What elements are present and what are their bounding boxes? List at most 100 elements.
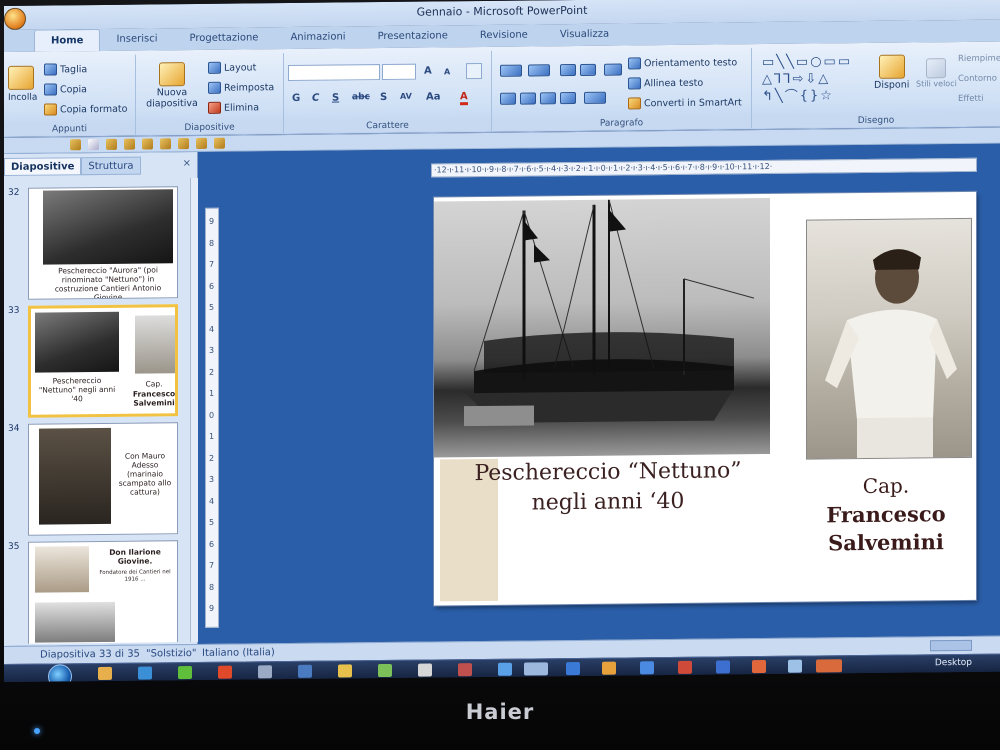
font-size-select[interactable] xyxy=(382,63,416,81)
slide-thumbnail-33[interactable]: 33 Peschereccio "Nettuno" negli anni '40… xyxy=(8,304,180,420)
ruler-tick: 2 xyxy=(209,453,215,463)
tab-slideshow[interactable]: Presentazione xyxy=(362,25,464,48)
font-color-button[interactable]: A xyxy=(460,91,468,106)
close-icon[interactable]: × xyxy=(183,158,191,169)
ruler-tick: 7 xyxy=(209,259,215,269)
thumbnail-slide: Don Ilarione Giovine. Fondatore dei Cant… xyxy=(28,540,178,645)
line-spacing-icon[interactable] xyxy=(604,63,622,76)
app-icon[interactable] xyxy=(378,663,392,678)
align-center-icon[interactable] xyxy=(520,92,536,105)
app-icon[interactable] xyxy=(788,659,802,673)
shape-effects-button[interactable]: Effetti xyxy=(958,94,983,104)
smartart-button[interactable]: Converti in SmartArt xyxy=(628,96,742,110)
clear-format-button[interactable] xyxy=(466,62,482,80)
slide-thumbnail-32[interactable]: 32 Peschereccio "Aurora" (poi rinominato… xyxy=(8,186,180,302)
desktop-label[interactable]: Desktop xyxy=(935,658,972,668)
shadow-button[interactable]: S xyxy=(380,92,387,103)
print-preview-icon[interactable] xyxy=(106,138,117,150)
bold-button[interactable]: G xyxy=(292,93,300,104)
numbering-icon[interactable] xyxy=(528,64,550,77)
tab-review[interactable]: Revisione xyxy=(464,24,544,47)
app-icon[interactable] xyxy=(498,662,512,676)
new-document-icon[interactable] xyxy=(88,139,99,151)
app-icon[interactable] xyxy=(218,665,232,679)
app-icon[interactable] xyxy=(418,663,432,677)
reset-button[interactable]: Reimposta xyxy=(208,81,274,94)
ruler-tick: 5 xyxy=(209,302,215,312)
app-icon[interactable] xyxy=(524,662,548,676)
tab-animations[interactable]: Animazioni xyxy=(274,26,361,49)
justify-icon[interactable] xyxy=(560,92,576,105)
tab-insert[interactable]: Inserisci xyxy=(100,28,173,51)
decrease-indent-icon[interactable] xyxy=(560,64,576,77)
new-slide-button[interactable]: Nuova diapositiva xyxy=(144,62,200,110)
tab-home[interactable]: Home xyxy=(34,28,101,52)
powerpoint-taskbar-icon[interactable] xyxy=(816,659,842,673)
slide-thumbnail-34[interactable]: 34 Con Mauro Adesso (marinaio scampato a… xyxy=(8,422,180,538)
ie-icon[interactable] xyxy=(138,666,152,680)
view-buttons[interactable] xyxy=(930,639,972,652)
panel-scrollbar[interactable] xyxy=(190,177,198,643)
quick-styles-button[interactable]: Stili veloci xyxy=(916,58,957,88)
increase-indent-icon[interactable] xyxy=(580,63,596,76)
shape-fill-label: Riempimento xyxy=(958,53,1000,65)
language[interactable]: Italiano (Italia) xyxy=(202,644,275,662)
image-icon[interactable] xyxy=(178,138,189,150)
layout-button[interactable]: Layout xyxy=(208,61,256,74)
tab-design[interactable]: Progettazione xyxy=(173,27,274,50)
char-spacing-button[interactable]: AV xyxy=(400,92,412,101)
app-icon[interactable] xyxy=(716,660,730,674)
tab-outline[interactable]: Struttura xyxy=(81,156,141,176)
media-icon[interactable] xyxy=(178,666,192,680)
change-case-button[interactable]: Aa xyxy=(426,91,441,102)
font-name-select[interactable] xyxy=(288,64,380,82)
underline-button[interactable]: S xyxy=(332,92,339,103)
spelling-icon[interactable] xyxy=(124,138,135,150)
tab-slides[interactable]: Diapositive xyxy=(4,157,82,176)
table-icon[interactable] xyxy=(142,138,153,150)
bluetooth-icon[interactable] xyxy=(566,661,580,676)
thumbnail-caption-left: Peschereccio "Nettuno" negli anni '40 xyxy=(38,375,116,404)
app-icon[interactable] xyxy=(458,663,472,677)
undo-icon[interactable] xyxy=(214,137,225,149)
slide-canvas[interactable]: Peschereccio “Nettuno” negli anni ‘40 Ca… xyxy=(434,191,976,606)
paste-button[interactable]: Incolla xyxy=(8,65,37,103)
chrome-icon[interactable] xyxy=(98,666,112,681)
bullets-icon[interactable] xyxy=(500,64,522,77)
shape-fill-button[interactable]: Riempimento xyxy=(958,53,1000,64)
arrange-button[interactable]: Disponi xyxy=(874,54,909,91)
slide-thumbnail-35[interactable]: 35 Don Ilarione Giovine. Fondatore dei C… xyxy=(8,540,180,645)
captain-portrait-photo[interactable] xyxy=(806,217,972,460)
copy-button[interactable]: Copia xyxy=(44,83,87,96)
app-icon[interactable] xyxy=(752,660,766,674)
delete-slide-button[interactable]: Elimina xyxy=(208,101,259,114)
office-button[interactable] xyxy=(4,7,26,31)
open-icon[interactable] xyxy=(70,139,81,151)
shapes-gallery[interactable]: ▭╲╲▭○▭▭ △⅂⅂⇨⇩△ ↰╲⌒{}☆ xyxy=(762,53,862,105)
app-icon[interactable] xyxy=(640,661,654,675)
grow-font-button[interactable]: A xyxy=(424,66,432,77)
app-icon[interactable] xyxy=(678,660,692,674)
format-painter-button[interactable]: Copia formato xyxy=(44,103,127,116)
app-icon[interactable] xyxy=(298,664,312,678)
app-icon[interactable] xyxy=(602,661,616,675)
paste-icon xyxy=(8,65,34,90)
align-right-icon[interactable] xyxy=(540,92,556,105)
columns-icon[interactable] xyxy=(584,91,606,104)
app-icon[interactable] xyxy=(338,664,352,678)
shrink-font-button[interactable]: A xyxy=(444,67,450,76)
boat-photo[interactable] xyxy=(434,197,770,458)
start-button[interactable] xyxy=(48,664,72,683)
align-text-button[interactable]: Allinea testo xyxy=(628,77,703,90)
strikethrough-button[interactable]: abc xyxy=(352,92,370,102)
shape-outline-button[interactable]: Contorno xyxy=(958,74,997,84)
italic-button[interactable]: C xyxy=(312,93,319,104)
folder-icon[interactable] xyxy=(196,137,207,149)
explorer-icon[interactable] xyxy=(258,665,272,679)
align-left-icon[interactable] xyxy=(500,92,516,105)
cut-button[interactable]: Taglia xyxy=(44,63,87,76)
tab-view[interactable]: Visualizza xyxy=(544,23,625,46)
chart-icon[interactable] xyxy=(160,138,171,150)
thumbnail-number: 33 xyxy=(8,305,20,316)
text-direction-button[interactable]: Orientamento testo xyxy=(628,56,737,70)
